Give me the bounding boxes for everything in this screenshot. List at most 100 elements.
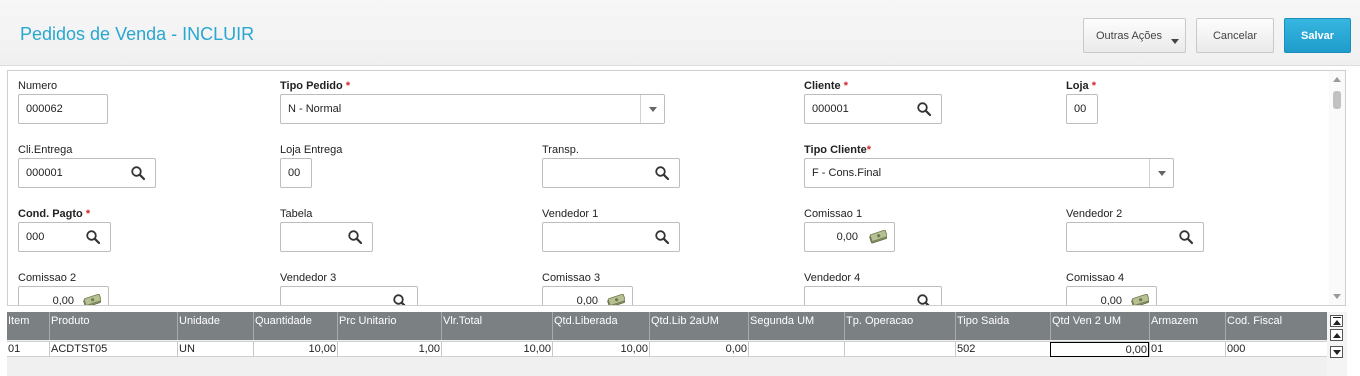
comissao2-value: 0,00: [52, 295, 74, 306]
money-icon[interactable]: [1131, 294, 1149, 306]
scroll-up-button[interactable]: [1330, 329, 1343, 341]
numero-field[interactable]: 000062: [18, 94, 108, 124]
items-grid: Item Produto Unidade Quantidade Prc Unit…: [7, 312, 1327, 376]
required-mark: *: [85, 208, 91, 220]
cell-item[interactable]: 01: [7, 342, 49, 357]
vendedor2-field[interactable]: [1066, 222, 1204, 252]
cond-pagto-label-text: Cond. Pagto: [18, 208, 83, 220]
money-icon[interactable]: [869, 230, 887, 244]
cli-entrega-label: Cli.Entrega: [18, 144, 73, 156]
column-header[interactable]: Qtd.Liberada: [552, 312, 649, 340]
cell-unidade[interactable]: UN: [177, 342, 253, 357]
search-icon[interactable]: [392, 293, 408, 306]
cond-pagto-label: Cond. Pagto *: [18, 208, 90, 220]
other-actions-label: Outras Ações: [1096, 29, 1163, 42]
column-header[interactable]: Vlr.Total: [441, 312, 552, 340]
other-actions-button[interactable]: Outras Ações: [1083, 18, 1186, 53]
column-header[interactable]: Produto: [49, 312, 177, 340]
scroll-first-button[interactable]: [1330, 315, 1343, 327]
loja-label-text: Loja: [1066, 80, 1089, 92]
vendedor3-field[interactable]: [280, 286, 418, 306]
comissao4-label: Comissao 4: [1066, 272, 1125, 284]
vendedor4-field[interactable]: [804, 286, 942, 306]
tipo-pedido-select[interactable]: N - Normal: [280, 94, 665, 124]
search-icon[interactable]: [916, 293, 932, 306]
cancel-button[interactable]: Cancelar: [1196, 18, 1274, 53]
search-icon[interactable]: [1178, 229, 1194, 245]
form-scrollbar[interactable]: [1329, 71, 1345, 305]
comissao1-field[interactable]: 0,00: [804, 222, 895, 252]
cell-qtd-lib-2aum[interactable]: 0,00: [649, 342, 748, 357]
cliente-value: 000001: [812, 103, 849, 115]
grid-scrollbar[interactable]: [1327, 312, 1347, 376]
scroll-down-button[interactable]: [1330, 346, 1343, 358]
loja-entrega-field[interactable]: 00: [280, 158, 312, 188]
dropdown-arrow-icon[interactable]: [640, 95, 664, 123]
cell-qtd-ven-2um[interactable]: 0,00: [1050, 342, 1149, 357]
cell-tipo-saida[interactable]: 502: [955, 342, 1050, 357]
save-button[interactable]: Salvar: [1284, 18, 1351, 53]
numero-label: Numero: [18, 80, 58, 92]
search-icon[interactable]: [654, 165, 670, 181]
cell-produto[interactable]: ACDTST05: [49, 342, 177, 357]
cell-cod-fiscal[interactable]: 000: [1225, 342, 1327, 357]
scrollbar-thumb[interactable]: [1333, 91, 1341, 109]
search-icon[interactable]: [916, 101, 932, 117]
column-header[interactable]: Unidade: [177, 312, 253, 340]
column-header[interactable]: Item: [7, 312, 49, 340]
arrow-up-icon: [1333, 333, 1341, 338]
cell-tp-operacao[interactable]: [844, 342, 955, 357]
required-mark: *: [843, 80, 849, 92]
tipo-cliente-select[interactable]: F - Cons.Final: [804, 158, 1174, 188]
column-header[interactable]: Armazem: [1149, 312, 1225, 340]
column-header[interactable]: Tipo Saida: [955, 312, 1050, 340]
vendedor3-label: Vendedor 3: [280, 272, 337, 284]
search-icon[interactable]: [85, 229, 101, 245]
search-icon[interactable]: [130, 165, 146, 181]
transp-field[interactable]: [542, 158, 680, 188]
column-header[interactable]: Segunda UM: [748, 312, 844, 340]
comissao4-field[interactable]: 0,00: [1066, 286, 1157, 306]
cliente-label-text: Cliente: [804, 80, 841, 92]
required-mark: *: [1091, 80, 1096, 92]
column-header[interactable]: Cod. Fiscal: [1225, 312, 1327, 340]
arrow-down-icon: [1333, 350, 1341, 355]
first-bar-icon: [1333, 317, 1341, 318]
tabela-field[interactable]: [280, 222, 373, 252]
loja-value: 00: [1074, 103, 1087, 115]
table-row[interactable]: 01 ACDTST05 UN 10,00 1,00 10,00 10,00 0,…: [7, 341, 1327, 357]
comissao1-value: 0,00: [836, 231, 858, 243]
search-icon[interactable]: [654, 229, 670, 245]
cell-quantidade[interactable]: 10,00: [253, 342, 337, 357]
comissao3-field[interactable]: 0,00: [542, 286, 633, 306]
scroll-up-icon[interactable]: [1333, 77, 1341, 82]
cell-armazem[interactable]: 01: [1149, 342, 1225, 357]
cell-vlr-total[interactable]: 10,00: [441, 342, 552, 357]
cliente-field[interactable]: 000001: [804, 94, 942, 124]
column-header[interactable]: Qtd.Lib 2aUM: [649, 312, 748, 340]
column-header[interactable]: Prc Unitario: [337, 312, 441, 340]
column-header[interactable]: Tp. Operacao: [844, 312, 955, 340]
loja-field[interactable]: 00: [1066, 94, 1098, 124]
cell-segunda-um[interactable]: [748, 342, 844, 357]
search-icon[interactable]: [347, 229, 363, 245]
transp-label: Transp.: [542, 144, 579, 156]
money-icon[interactable]: [83, 294, 101, 306]
column-header[interactable]: Qtd Ven 2 UM: [1050, 312, 1149, 340]
tipo-cliente-label-text: Tipo Cliente: [804, 144, 867, 156]
vendedor4-label: Vendedor 4: [804, 272, 861, 284]
cell-prc-unitario[interactable]: 1,00: [337, 342, 441, 357]
scroll-down-icon[interactable]: [1333, 294, 1341, 299]
comissao2-field[interactable]: 0,00: [18, 286, 109, 306]
vendedor1-field[interactable]: [542, 222, 680, 252]
cell-qtd-liberada[interactable]: 10,00: [552, 342, 649, 357]
dropdown-arrow-icon[interactable]: [1149, 159, 1173, 187]
tipo-cliente-label: Tipo Cliente*: [804, 144, 871, 156]
cond-pagto-field[interactable]: 000: [18, 222, 111, 252]
chevron-down-icon: [1171, 39, 1179, 44]
money-icon[interactable]: [607, 294, 625, 306]
cond-pagto-value: 000: [26, 231, 45, 243]
cli-entrega-field[interactable]: 000001: [18, 158, 156, 188]
column-header[interactable]: Quantidade: [253, 312, 337, 340]
cliente-label: Cliente *: [804, 80, 848, 92]
